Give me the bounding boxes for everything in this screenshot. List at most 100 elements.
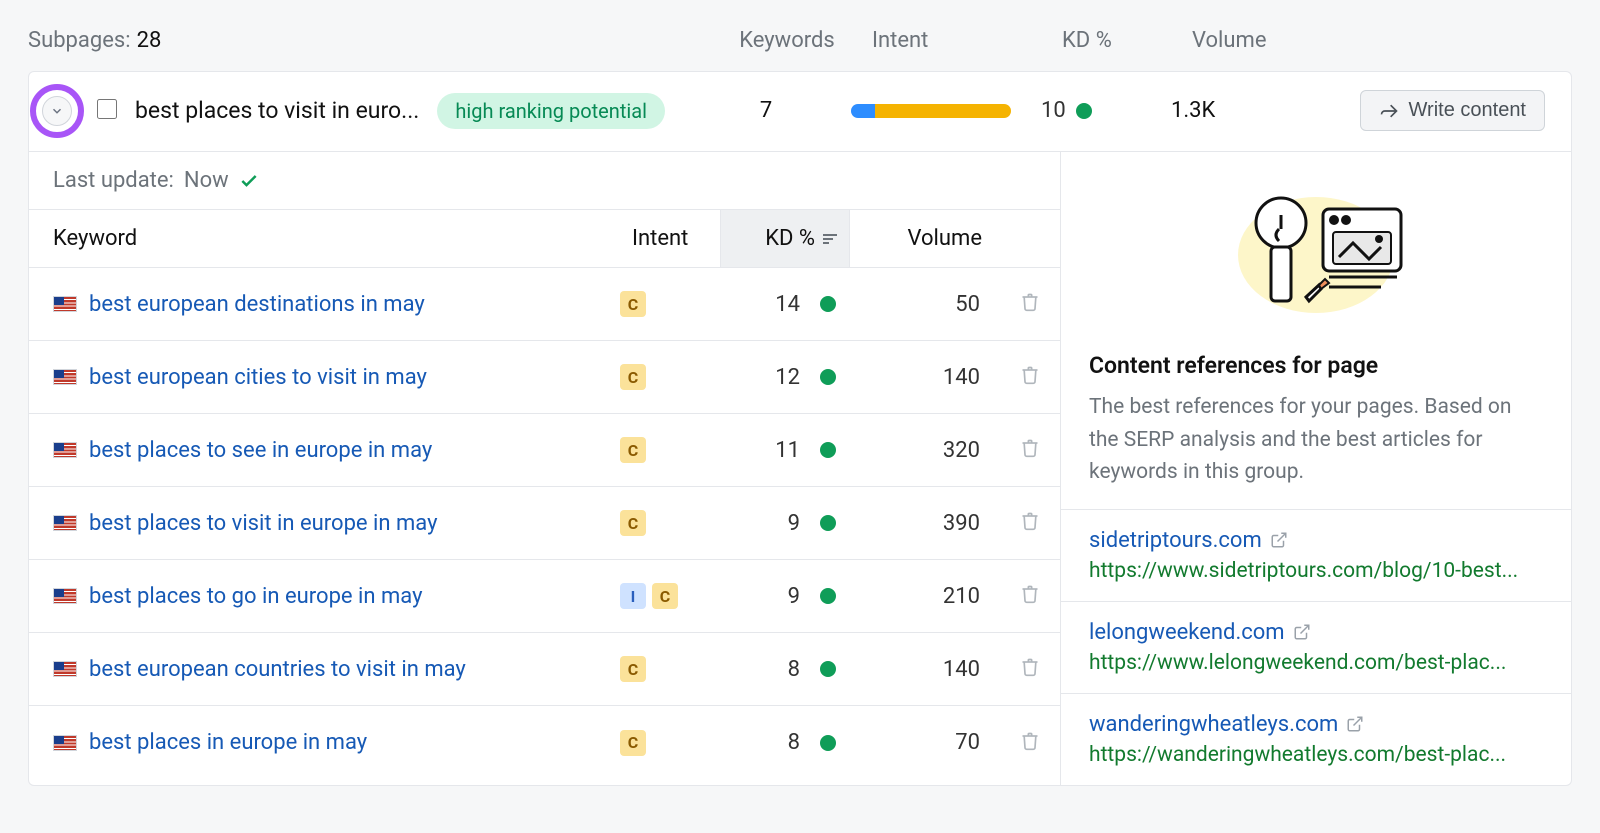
flag-us-icon: [53, 588, 77, 604]
check-icon: [239, 171, 259, 191]
volume-cell: 210: [850, 584, 1000, 609]
th-intent[interactable]: Intent: [620, 210, 720, 267]
intent-commercial-chip: C: [620, 364, 646, 390]
col-keywords-label: Keywords: [712, 28, 862, 53]
kd-value: 14: [775, 292, 800, 317]
th-volume[interactable]: Volume: [850, 210, 1000, 267]
intent-bar: [841, 104, 1041, 118]
last-update-bar: Last update: Now: [29, 152, 1060, 210]
delete-button[interactable]: [1020, 438, 1040, 462]
table-row: best places to see in europe in may C 11 32…: [29, 414, 1060, 487]
col-kd-label: KD %: [1062, 28, 1192, 53]
kd-value: 11: [775, 438, 800, 463]
summary-row: best places to visit in euro... high ran…: [29, 72, 1571, 151]
references-illustration: [1061, 152, 1571, 352]
kd-dot-icon: [820, 296, 836, 312]
volume-cell: 140: [850, 657, 1000, 682]
references-pane: Content references for page The best ref…: [1061, 152, 1571, 785]
volume-cell: 320: [850, 438, 1000, 463]
kd-cell: 8: [720, 730, 850, 755]
table-row: best european countries to visit in may C…: [29, 633, 1060, 706]
flag-us-icon: [53, 515, 77, 531]
th-kd-label: KD %: [765, 226, 815, 251]
intent-commercial-chip: C: [620, 656, 646, 682]
sort-icon: [823, 234, 837, 244]
intent-cell: C: [620, 364, 720, 390]
write-content-button[interactable]: Write content: [1360, 90, 1545, 131]
volume-cell: 140: [850, 365, 1000, 390]
kd-dot-icon: [820, 515, 836, 531]
kd-value: 8: [788, 657, 800, 682]
kd-cell: 9: [720, 511, 850, 536]
reference-domain-link[interactable]: wanderingwheatleys.com: [1089, 712, 1543, 737]
keyword-link[interactable]: best european countries to visit in may: [89, 657, 466, 682]
table-row: best european destinations in may C 14 50: [29, 268, 1060, 341]
keyword-link[interactable]: best places to go in europe in may: [89, 584, 423, 609]
reference-item: lelongweekend.com https://www.lelongweek…: [1061, 602, 1571, 694]
intent-cell: C: [620, 437, 720, 463]
reference-item: sidetriptours.com https://www.sidetripto…: [1061, 510, 1571, 602]
group-volume: 1.3K: [1171, 98, 1321, 123]
group-title: best places to visit in euro...: [135, 97, 419, 124]
external-link-icon: [1293, 623, 1311, 641]
intent-cell: C: [620, 510, 720, 536]
keyword-link[interactable]: best european cities to visit in may: [89, 365, 427, 390]
reference-url[interactable]: https://www.sidetriptours.com/blog/10-be…: [1089, 559, 1543, 583]
reference-url[interactable]: https://www.lelongweekend.com/best-plac.…: [1089, 651, 1543, 675]
table-row: best places to go in europe in mayIC9210: [29, 560, 1060, 633]
page-header: Subpages: 28 Keywords Intent KD % Volume: [28, 20, 1572, 71]
flag-us-icon: [53, 442, 77, 458]
potential-tag: high ranking potential: [437, 93, 665, 129]
intent-commercial-chip: C: [620, 291, 646, 317]
intent-commercial-chip: C: [652, 583, 678, 609]
delete-button[interactable]: [1020, 731, 1040, 755]
delete-button[interactable]: [1020, 657, 1040, 681]
expand-toggle[interactable]: [42, 96, 72, 126]
kd-value: 9: [788, 511, 800, 536]
kd-cell: 12: [720, 365, 850, 390]
last-update-label: Last update:: [53, 168, 174, 193]
th-kd[interactable]: KD %: [720, 210, 850, 267]
kd-dot-icon: [820, 588, 836, 604]
write-content-label: Write content: [1409, 99, 1526, 122]
delete-button[interactable]: [1020, 584, 1040, 608]
table-body: best european destinations in mayC1450be…: [29, 268, 1060, 779]
last-update-value: Now: [184, 168, 229, 193]
kd-cell: 11: [720, 438, 850, 463]
intent-commercial-chip: C: [620, 437, 646, 463]
keyword-link[interactable]: best places in europe in may: [89, 730, 367, 755]
references-title: Content references for page: [1061, 352, 1571, 387]
select-checkbox[interactable]: [97, 99, 117, 123]
kd-value: 8: [788, 730, 800, 755]
reference-item: wanderingwheatleys.com https://wandering…: [1061, 694, 1571, 785]
external-link-icon: [1346, 715, 1364, 733]
delete-button[interactable]: [1020, 365, 1040, 389]
delete-button[interactable]: [1020, 511, 1040, 535]
intent-cell: IC: [620, 583, 720, 609]
keyword-link[interactable]: best european destinations in may: [89, 292, 425, 317]
reference-domain-link[interactable]: sidetriptours.com: [1089, 528, 1543, 553]
volume-cell: 50: [850, 292, 1000, 317]
subpages-count: 28: [137, 28, 162, 53]
keyword-link[interactable]: best places to see in europe in may: [89, 438, 432, 463]
keyword-table-pane: Last update: Now Keyword Intent KD % Vol…: [29, 152, 1061, 785]
flag-us-icon: [53, 735, 77, 751]
volume-cell: 70: [850, 730, 1000, 755]
reference-url[interactable]: https://wanderingwheatleys.com/best-plac…: [1089, 743, 1543, 767]
flag-us-icon: [53, 369, 77, 385]
kd-dot-icon: [820, 661, 836, 677]
kd-cell: 8: [720, 657, 850, 682]
reference-domain-link[interactable]: lelongweekend.com: [1089, 620, 1543, 645]
flag-us-icon: [53, 296, 77, 312]
kd-dot-icon: [820, 735, 836, 751]
th-keyword[interactable]: Keyword: [29, 210, 620, 267]
volume-cell: 390: [850, 511, 1000, 536]
kd-dot-icon: [820, 442, 836, 458]
group-kd-value: 10: [1041, 98, 1066, 123]
col-volume-label: Volume: [1192, 28, 1342, 53]
intent-cell: C: [620, 291, 720, 317]
delete-button[interactable]: [1020, 292, 1040, 316]
intent-commercial-chip: C: [620, 510, 646, 536]
references-desc: The best references for your pages. Base…: [1061, 387, 1571, 510]
keyword-link[interactable]: best places to visit in europe in may: [89, 511, 438, 536]
